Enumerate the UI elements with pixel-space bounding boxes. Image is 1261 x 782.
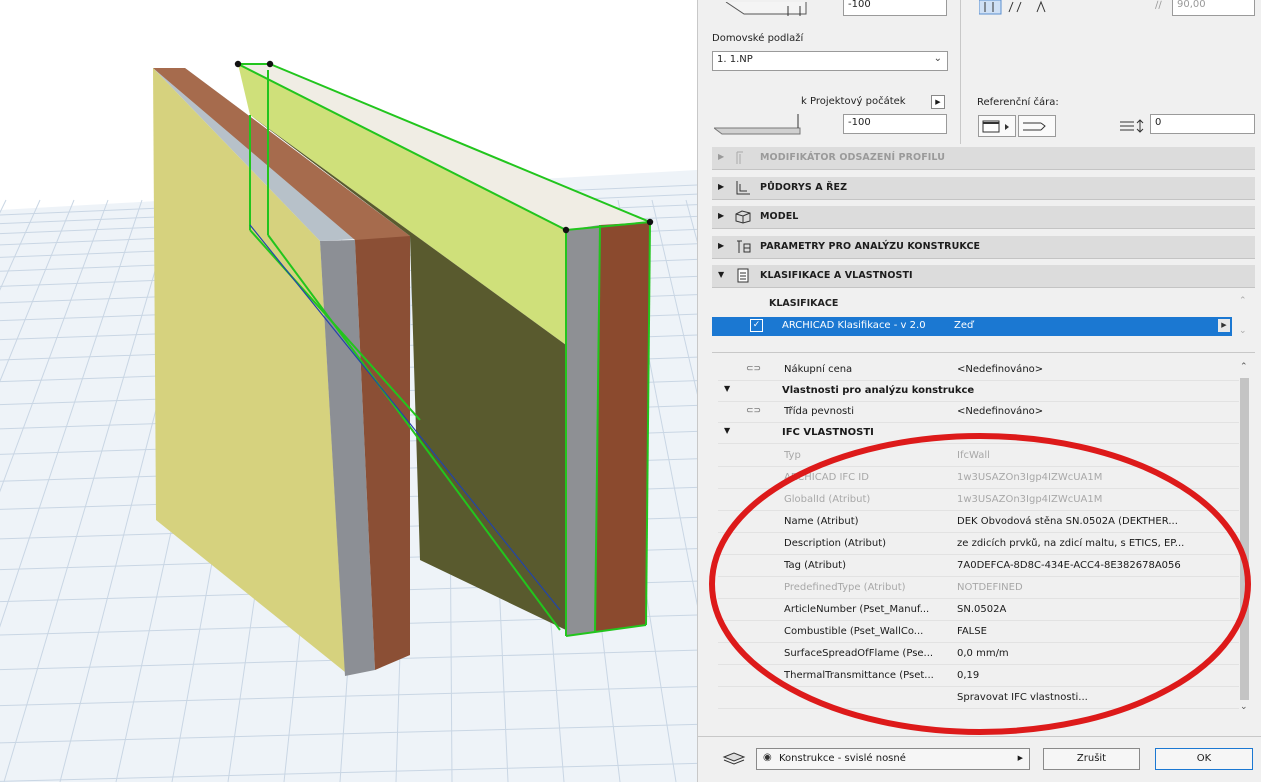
dropdown-arrow-icon[interactable]: ▶ — [931, 95, 945, 109]
expand-arrow-icon: ▶ — [718, 211, 725, 220]
classification-row[interactable]: ✓ ARCHICAD Klasifikace - v 2.0 Zeď ▶ — [712, 317, 1232, 336]
reference-offset-field[interactable]: 0 — [1150, 114, 1255, 134]
wall-geometry-icons[interactable] — [978, 0, 1059, 16]
slant-angle-field[interactable]: 90,00 — [1172, 0, 1255, 16]
section-structural-analysis[interactable]: ▶ PARAMETRY PRO ANALÝZU KONSTRUKCE — [712, 236, 1255, 259]
annotation-ellipse — [709, 433, 1251, 735]
scroll-up-icon[interactable]: ⌃ — [1239, 296, 1247, 306]
classification-system: ARCHICAD Klasifikace - v 2.0 — [782, 320, 926, 331]
expand-arrow-icon: ▶ — [718, 152, 725, 161]
section-floor-plan[interactable]: ▶ PŮDORYS A ŘEZ — [712, 177, 1255, 200]
home-floor-select[interactable]: 1. 1.NP ⌄ — [712, 51, 948, 71]
property-group-structural[interactable]: ▼ Vlastnosti pro analýzu konstrukce — [718, 381, 1239, 402]
checkbox-checked-icon[interactable]: ✓ — [750, 319, 763, 332]
floor-plan-icon — [736, 181, 750, 195]
eye-icon[interactable]: ◉ — [763, 752, 772, 763]
ok-label: OK — [1196, 753, 1212, 764]
slant-icon: ∕∕ — [1155, 0, 1162, 11]
section-profile-modifier[interactable]: ▶ MODIFIKÁTOR ODSAZENÍ PROFILU — [712, 147, 1255, 170]
classification-value: Zeď — [954, 320, 974, 331]
selection-handle — [562, 226, 570, 234]
section-label: PARAMETRY PRO ANALÝZU KONSTRUKCE — [760, 241, 981, 252]
group-name: Vlastnosti pro analýzu konstrukce — [782, 385, 975, 396]
property-value[interactable]: <Nedefinováno> — [957, 406, 1222, 417]
base-offset-icon — [712, 110, 804, 138]
property-row-purchase-price[interactable]: ⊂⊃ Nákupní cena <Nedefinováno> — [718, 360, 1239, 381]
scroll-up-icon[interactable]: ⌃ — [1240, 362, 1248, 372]
reference-line-label: Referenční čára: — [977, 97, 1059, 108]
section-label: PŮDORYS A ŘEZ — [760, 182, 848, 193]
selection-handle — [234, 60, 242, 68]
section-model[interactable]: ▶ MODEL — [712, 206, 1255, 229]
expand-arrow-icon: ▶ — [718, 182, 725, 191]
wall-settings-panel: -100 ∕∕ 90,00 Domovské podlaží 1. 1.NP ⌄… — [697, 0, 1261, 782]
dropdown-arrow-icon[interactable]: ▶ — [1218, 319, 1230, 332]
divider — [712, 352, 1255, 353]
3d-viewport[interactable] — [0, 0, 697, 782]
link-icon: ⊂⊃ — [746, 406, 762, 416]
structural-analysis-icon — [737, 240, 751, 253]
home-floor-label: Domovské podlaží — [712, 33, 804, 44]
classification-header: KLASIFIKACE — [769, 298, 839, 309]
top-offset-field[interactable]: -100 — [843, 0, 947, 16]
cancel-button[interactable]: Zrušit — [1043, 748, 1140, 770]
offset-icon — [1118, 118, 1146, 134]
base-offset-field[interactable]: -100 — [843, 114, 947, 134]
3d-wall-scene[interactable] — [0, 0, 697, 782]
section-label: MODEL — [760, 211, 799, 222]
footer-divider — [698, 736, 1261, 737]
model-icon — [735, 210, 751, 224]
layer-value: Konstrukce - svislé nosné — [779, 753, 906, 764]
reference-offset-icon — [1023, 122, 1046, 131]
classification-scrollbar[interactable]: ⌃ ⌄ — [1238, 296, 1250, 344]
wall-top-icon — [724, 1, 814, 16]
chevron-down-icon: ⌄ — [933, 53, 942, 64]
selected-wall-brick — [595, 222, 650, 632]
selection-handle — [646, 218, 654, 226]
ok-button[interactable]: OK — [1155, 748, 1253, 770]
property-name: Třída pevnosti — [784, 406, 854, 417]
scroll-down-icon[interactable]: ⌄ — [1239, 326, 1247, 336]
home-floor-value: 1. 1.NP — [717, 54, 753, 65]
link-icon: ⊂⊃ — [746, 364, 762, 374]
section-classification[interactable]: ▼ KLASIFIKACE A VLASTNOSTI — [712, 265, 1255, 288]
dropdown-arrow-icon: ▶ — [1017, 754, 1023, 762]
collapse-arrow-icon: ▼ — [724, 384, 731, 393]
layers-icon — [722, 752, 746, 766]
property-name: Nákupní cena — [784, 364, 853, 375]
classification-icon — [737, 268, 749, 283]
cancel-label: Zrušit — [1076, 753, 1107, 764]
vertical-divider — [960, 0, 961, 144]
expand-arrow-icon: ▶ — [718, 241, 725, 250]
profile-modifier-icon — [736, 151, 743, 164]
project-origin-label: k Projektový počátek — [801, 96, 906, 107]
selection-handle — [266, 60, 274, 68]
reference-offset-button[interactable] — [1018, 115, 1056, 137]
reference-line-button[interactable] — [978, 115, 1016, 137]
section-label: MODIFIKÁTOR ODSAZENÍ PROFILU — [760, 152, 946, 163]
property-value[interactable]: <Nedefinováno> — [957, 364, 1222, 375]
layer-select[interactable]: ◉ Konstrukce - svislé nosné ▶ — [756, 748, 1030, 770]
reference-line-icon — [982, 120, 1009, 133]
collapse-arrow-icon: ▼ — [718, 270, 725, 279]
section-label: KLASIFIKACE A VLASTNOSTI — [760, 270, 913, 281]
